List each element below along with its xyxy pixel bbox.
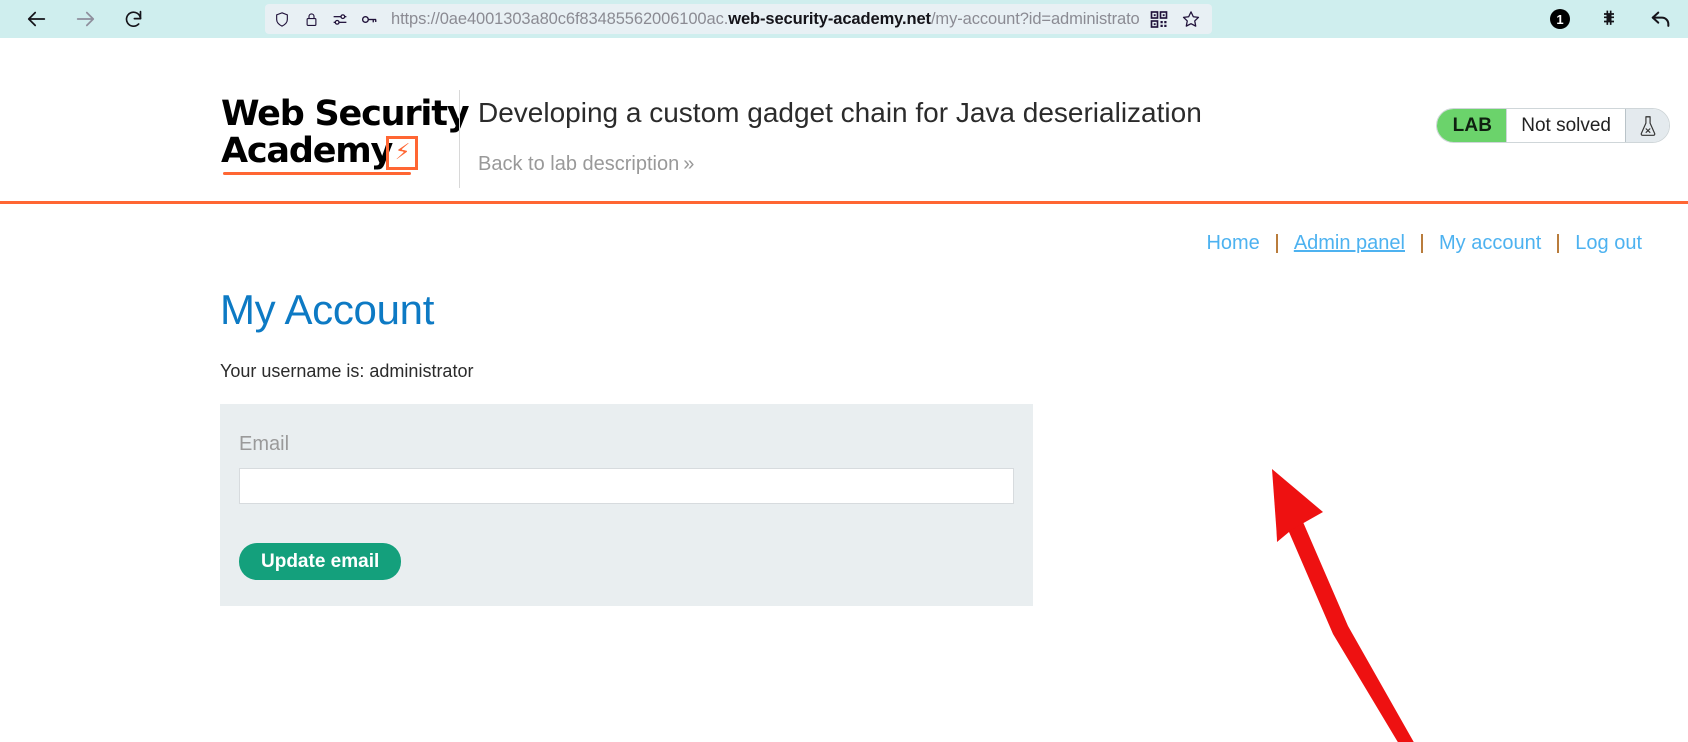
annotation-arrow-icon xyxy=(1255,466,1455,742)
username-line: Your username is: administrator xyxy=(220,361,1033,382)
reload-icon[interactable] xyxy=(120,6,146,32)
browser-right-icons: 1 xyxy=(1550,0,1674,38)
academy-header: Web Security Academy ⚡ Developing a cust… xyxy=(0,38,1688,204)
star-bookmark-icon[interactable] xyxy=(1182,10,1200,28)
qr-code-icon[interactable] xyxy=(1150,10,1168,28)
chevron-right-icon: » xyxy=(679,153,694,175)
update-email-form: Email Update email xyxy=(220,404,1033,606)
shield-icon[interactable] xyxy=(273,10,291,28)
lab-status-badge[interactable]: LAB Not solved xyxy=(1436,108,1670,143)
update-email-button[interactable]: Update email xyxy=(239,543,401,580)
logo-line-2: Academy ⚡ xyxy=(221,133,449,170)
browser-nav-buttons xyxy=(10,6,146,32)
lab-tag: LAB xyxy=(1437,109,1507,142)
lightning-bolt-glyph: ⚡ xyxy=(395,142,409,164)
undo-arrow-icon[interactable] xyxy=(1648,6,1674,32)
email-input[interactable] xyxy=(239,468,1014,504)
browser-toolbar: https://0ae4001303a80c6f83485562006100ac… xyxy=(0,0,1688,38)
nav-link-log-out[interactable]: Log out xyxy=(1559,232,1658,255)
back-to-lab-description-link[interactable]: Back to lab description» xyxy=(478,153,694,176)
extension-puzzle-icon[interactable] xyxy=(1596,6,1622,32)
header-divider xyxy=(459,90,460,188)
nav-link-admin-panel[interactable]: Admin panel xyxy=(1278,232,1421,255)
main-content: My Account Your username is: administrat… xyxy=(220,286,1033,606)
logo-line-1: Web Security xyxy=(221,96,449,133)
lightning-bolt-icon: ⚡ xyxy=(386,136,418,170)
nav-link-home[interactable]: Home xyxy=(1190,232,1275,255)
url-suffix: /my-account?id=administrator xyxy=(931,10,1139,28)
padlock-icon[interactable] xyxy=(302,10,320,28)
forward-arrow-icon[interactable] xyxy=(72,6,98,32)
site-top-navigation: Home Admin panel My account Log out xyxy=(1190,232,1658,255)
lab-status-text: Not solved xyxy=(1506,109,1625,142)
url-domain: web-security-academy.net xyxy=(728,10,931,28)
page-title: My Account xyxy=(220,286,1033,334)
academy-logo[interactable]: Web Security Academy ⚡ xyxy=(221,96,449,170)
page-body: Home Admin panel My account Log out My A… xyxy=(0,204,1688,742)
address-bar[interactable]: https://0ae4001303a80c6f83485562006100ac… xyxy=(265,4,1212,34)
back-arrow-icon[interactable] xyxy=(24,6,50,32)
url-text[interactable]: https://0ae4001303a80c6f83485562006100ac… xyxy=(389,10,1139,29)
back-link-label: Back to lab description xyxy=(478,153,679,175)
flask-icon xyxy=(1625,109,1669,142)
lab-title: Developing a custom gadget chain for Jav… xyxy=(478,97,1202,129)
url-prefix: https://0ae4001303a80c6f83485562006100ac… xyxy=(391,10,728,28)
email-label: Email xyxy=(239,433,1014,456)
notification-badge[interactable]: 1 xyxy=(1550,9,1570,29)
key-icon[interactable] xyxy=(360,10,378,28)
logo-underline xyxy=(223,172,411,175)
logo-line-2-text: Academy xyxy=(221,131,392,171)
permissions-icon[interactable] xyxy=(331,10,349,28)
nav-link-my-account[interactable]: My account xyxy=(1423,232,1557,255)
